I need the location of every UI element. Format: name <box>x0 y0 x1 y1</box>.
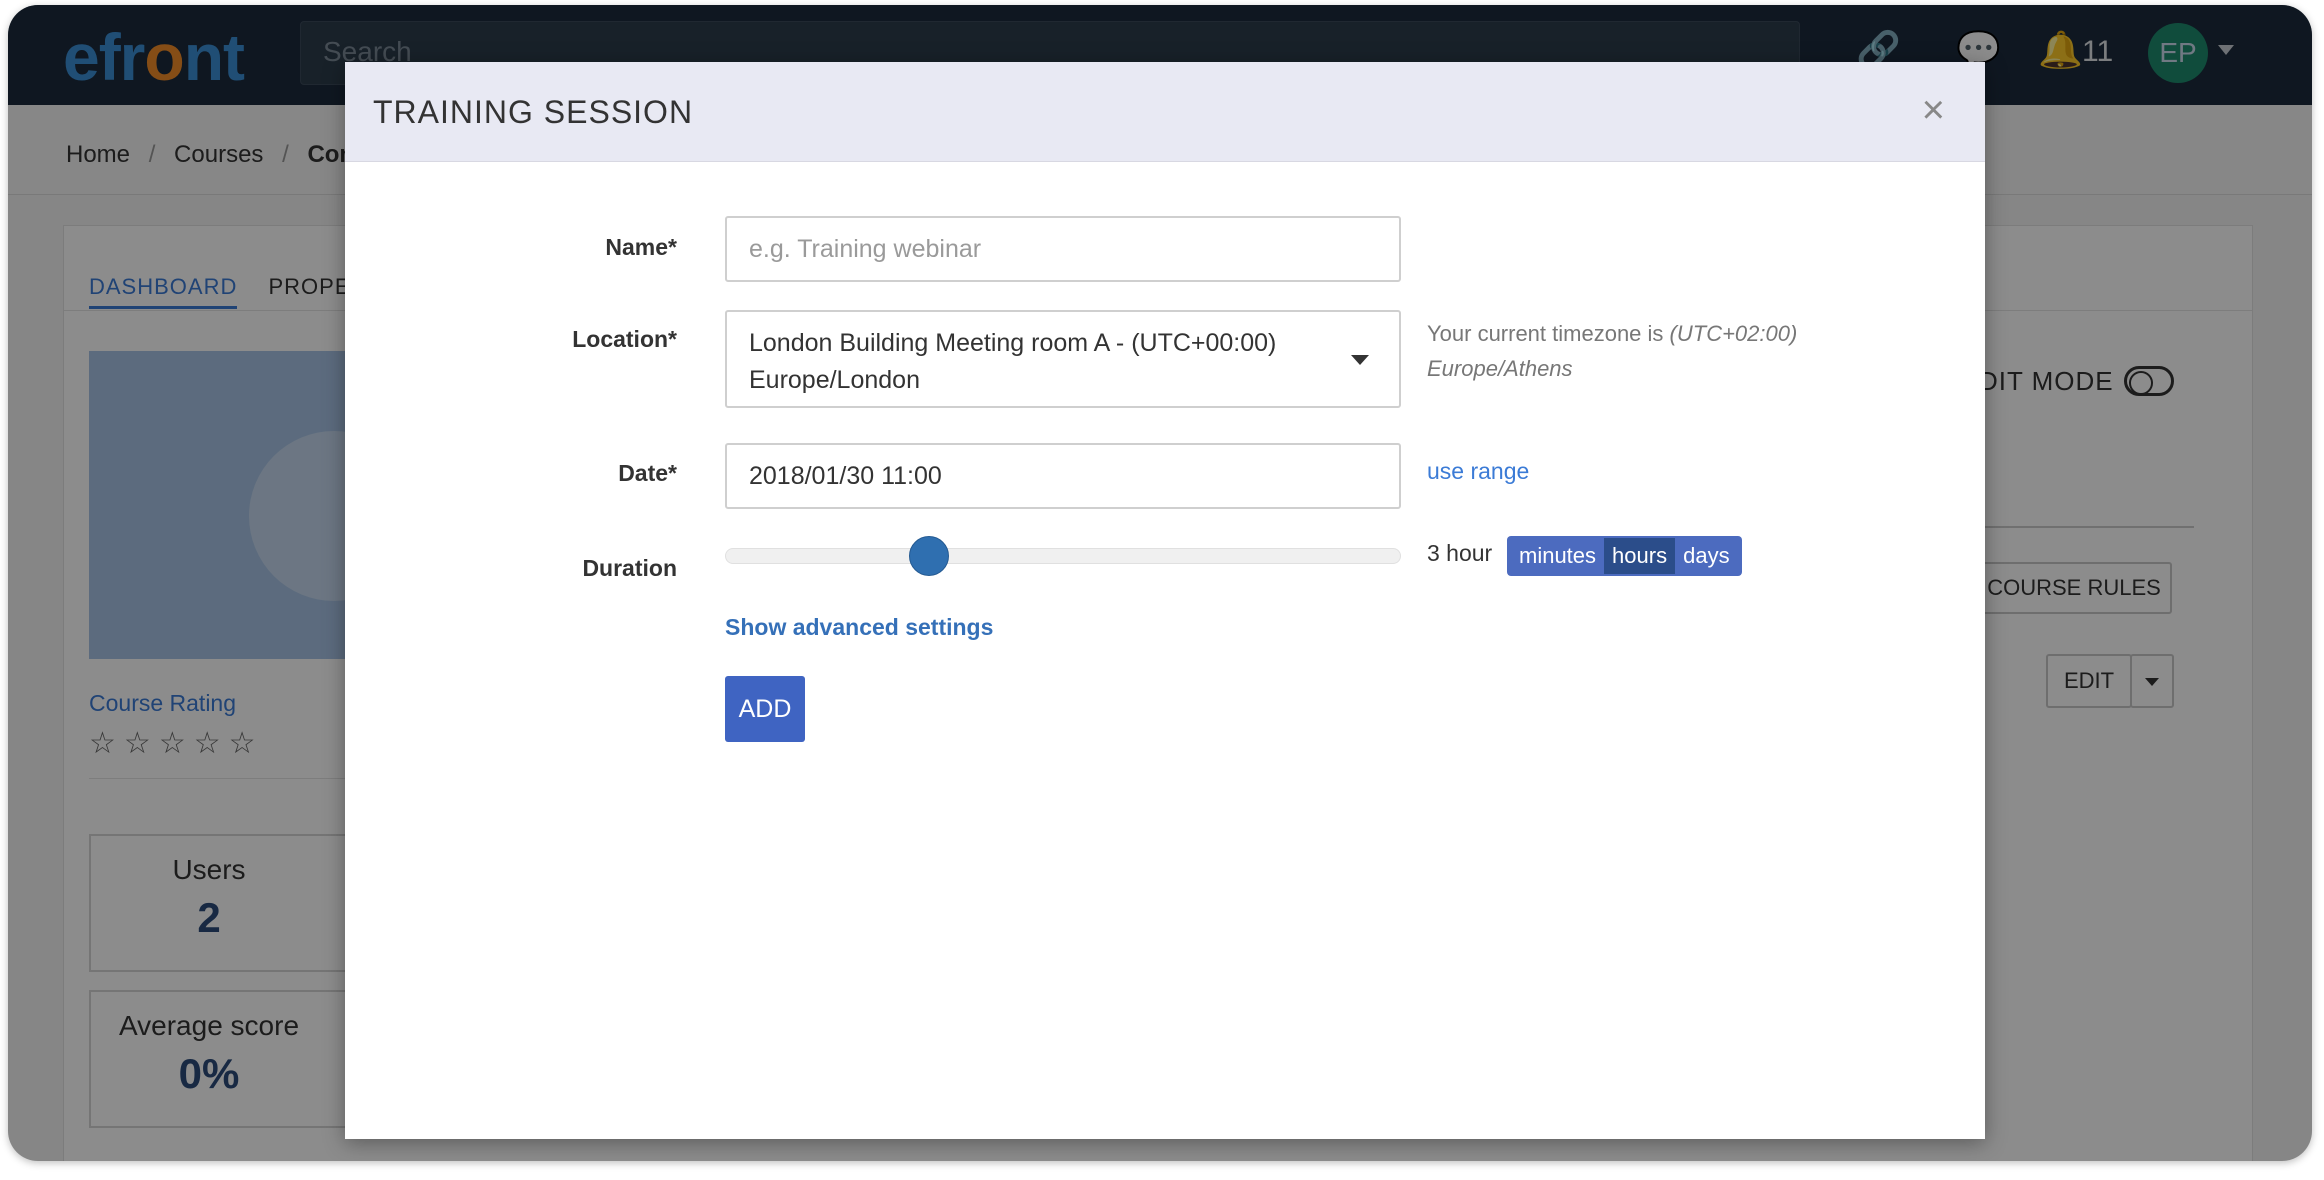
timezone-prefix: Your current timezone is <box>1427 321 1664 346</box>
chevron-down-icon <box>1351 355 1369 365</box>
app-window: efront Search 🔗 💬 🔔 11 EP Home / Courses… <box>8 5 2312 1161</box>
modal-header: TRAINING SESSION × <box>345 62 1985 162</box>
training-session-modal: TRAINING SESSION × Name* Location* Londo… <box>345 62 1985 1139</box>
location-select[interactable]: London Building Meeting room A - (UTC+00… <box>725 310 1401 408</box>
use-range-link[interactable]: use range <box>1427 458 1529 485</box>
location-line2: Europe/London <box>749 366 920 394</box>
date-input[interactable] <box>725 443 1401 509</box>
add-button[interactable]: ADD <box>725 676 805 742</box>
duration-value: 3 hour <box>1427 540 1493 566</box>
timezone-name: Europe/Athens <box>1427 356 1573 381</box>
name-label: Name* <box>605 234 677 260</box>
timezone-hint: Your current timezone is (UTC+02:00) Eur… <box>1427 316 1797 386</box>
unit-days[interactable]: days <box>1675 538 1737 574</box>
location-line1: London Building Meeting room A - (UTC+00… <box>749 329 1277 357</box>
unit-minutes[interactable]: minutes <box>1511 538 1604 574</box>
unit-hours[interactable]: hours <box>1604 538 1676 574</box>
duration-slider[interactable] <box>725 536 1401 576</box>
date-label: Date* <box>618 460 677 486</box>
name-input[interactable] <box>725 216 1401 282</box>
modal-title: TRAINING SESSION <box>373 94 694 130</box>
close-icon[interactable]: × <box>1922 88 1945 133</box>
timezone-offset: (UTC+02:00) <box>1669 321 1798 346</box>
duration-unit-group: minutes hours days <box>1507 536 1742 576</box>
duration-label: Duration <box>582 555 677 581</box>
slider-handle[interactable] <box>908 536 949 576</box>
location-label: Location* <box>572 326 677 352</box>
show-advanced-settings-link[interactable]: Show advanced settings <box>725 614 993 641</box>
